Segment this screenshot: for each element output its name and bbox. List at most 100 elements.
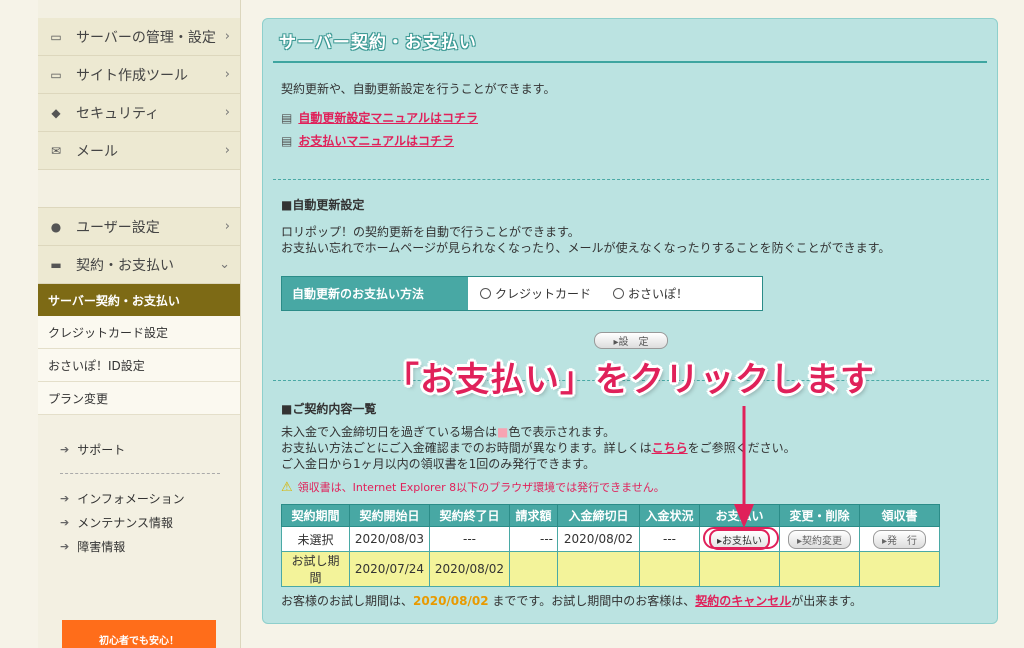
trial-end-date: 2020/08/02 (413, 594, 489, 608)
pay-button-highlight (703, 527, 779, 549)
nav-gap (38, 170, 240, 208)
arrow-right-icon: ➔ (60, 491, 70, 505)
table-cell: --- (429, 526, 510, 552)
divider (60, 473, 220, 474)
note-payment-time: お支払い方法ごとにご入金確認までのお時間が異なります。詳しくはこちらをご参照くだ… (281, 440, 796, 456)
col-header: 請求額 (509, 504, 558, 527)
sidebar-link-label: サポート (77, 442, 126, 457)
auto-manual-link[interactable]: ▤ 自動更新設定マニュアルはコチラ (281, 109, 478, 126)
chevron-right-icon: › (224, 29, 230, 44)
server-icon: ▭ (50, 29, 62, 44)
note-overdue: 未入金で入金締切日を過ぎている場合は■色で表示されます。 (281, 424, 615, 440)
color-swatch: ■ (497, 425, 509, 439)
nav-group-user: ● ユーザー設定 › ▬ 契約・お支払い ⌄ (38, 208, 240, 284)
arrow-right-icon: ➔ (60, 539, 70, 553)
sidebar-link-label: インフォメーション (77, 491, 185, 506)
arrow-right-icon: ➔ (60, 442, 70, 456)
chevron-right-icon: › (224, 143, 230, 158)
note-receipt: ご入金日から1ヶ月以内の領収書を1回のみ発行できます。 (281, 457, 596, 471)
auto-desc-2: お支払い忘れでホームページが見られなくなったり、メールが使えなくなったりすること… (281, 241, 891, 255)
col-header: 入金状況 (639, 504, 700, 527)
sidebar-item-user-settings[interactable]: ● ユーザー設定 › (38, 208, 240, 246)
beginner-banner[interactable]: 初心者でも安心！ (62, 620, 216, 648)
card-icon: ▬ (50, 257, 62, 272)
instruction-callout: 「お支払い」をクリックします (385, 360, 875, 400)
auto-renew-heading: ■自動更新設定 (281, 198, 365, 212)
radio-osaipo[interactable]: おさいぽ！ (613, 285, 688, 302)
page-title: サーバー契約・お支払い (273, 19, 987, 63)
sidebar-link-label: メンテナンス情報 (77, 515, 173, 530)
chevron-right-icon: › (224, 67, 230, 82)
pointer-arrow-icon (734, 406, 754, 528)
cancel-contract-link[interactable]: 契約のキャンセル (695, 594, 791, 608)
col-header: 契約期間 (281, 504, 350, 527)
sidebar-item-server-settings[interactable]: ▭ サーバーの管理・設定 › (38, 18, 240, 56)
table-cell: 2020/08/02 (557, 526, 640, 552)
sidebar-item-security[interactable]: ◆ セキュリティ › (38, 94, 240, 132)
table-cell: ▸契約変更 (779, 526, 860, 552)
note-text: が出来ます。 (791, 594, 863, 608)
table-header-row: 契約期間 契約開始日 契約終了日 請求額 入金締切日 入金状況 お支払い 変更・… (281, 504, 940, 527)
note-text: 未入金で入金締切日を過ぎている場合は (281, 425, 498, 439)
document-icon: ▤ (281, 110, 293, 125)
pay-manual-link[interactable]: ▤ お支払いマニュアルはコチラ (281, 132, 454, 149)
sidebar-link-outage[interactable]: ➔ 障害情報 (60, 534, 240, 558)
table-cell: お試し期間 (281, 551, 350, 587)
note-text: お支払い方法ごとにご入金確認までのお時間が異なります。詳しくは (281, 441, 652, 455)
issue-receipt-button[interactable]: ▸発 行 (872, 529, 927, 549)
warning-icon: ⚠ (281, 479, 293, 495)
auto-manual-link-label: 自動更新設定マニュアルはコチラ (298, 111, 478, 125)
intro-text: 契約更新や、自動更新設定を行うことができます。 (281, 82, 556, 96)
sidebar-link-support[interactable]: ➔ サポート (60, 437, 240, 461)
sidebar-item-label: セキュリティ (76, 105, 160, 122)
radio-label: おさいぽ！ (628, 287, 689, 301)
sidebar-subitem-osaipo-id[interactable]: おさいぽ！ID設定 (38, 349, 240, 382)
auto-desc-1: ロリポップ！の契約更新を自動で行うことができます。 (281, 225, 580, 239)
sidebar-link-information[interactable]: ➔ インフォメーション (60, 486, 240, 510)
table-cell: 2020/07/24 (349, 551, 430, 587)
set-button[interactable]: ▸設 定 (594, 332, 668, 349)
pay-manual-link-label: お支払いマニュアルはコチラ (298, 134, 454, 148)
chevron-down-icon: ⌄ (219, 257, 230, 272)
table-cell (639, 551, 700, 587)
sidebar-item-mail[interactable]: ✉ メール › (38, 132, 240, 170)
sidebar-link-label: 障害情報 (77, 539, 126, 554)
table-cell: 未選択 (281, 526, 350, 552)
chevron-right-icon: › (224, 105, 230, 120)
document-icon: ▤ (281, 133, 293, 148)
table-cell: 2020/08/02 (429, 551, 510, 587)
sidebar-item-label: メール (76, 143, 118, 160)
details-link[interactable]: こちら (652, 441, 688, 455)
shield-icon: ◆ (51, 105, 61, 120)
trial-note: お客様のお試し期間は、2020/08/02 までです。お試し期間中のお客様は、契… (281, 592, 862, 609)
contract-panel: サーバー契約・お支払い 契約更新や、自動更新設定を行うことができます。 ▤ 自動… (262, 18, 998, 624)
radio-label: クレジットカード (495, 287, 592, 301)
table-cell: ▸発 行 (859, 526, 940, 552)
sidebar: ▭ サーバーの管理・設定 › ▭ サイト作成ツール › ◆ セキュリティ › ✉… (38, 0, 241, 648)
arrow-right-icon: ➔ (60, 515, 70, 529)
sidebar-item-label: サーバーの管理・設定 (76, 29, 216, 46)
sidebar-item-site-tools[interactable]: ▭ サイト作成ツール › (38, 56, 240, 94)
auto-renew-method-table: 自動更新のお支払い方法 クレジットカード おさいぽ！ (281, 276, 763, 311)
sidebar-subitem-server-contract[interactable]: サーバー契約・お支払い (38, 284, 240, 316)
sidebar-subitem-credit-card[interactable]: クレジットカード設定 (38, 316, 240, 349)
radio-credit-card[interactable]: クレジットカード (480, 285, 591, 302)
auto-method-options: クレジットカード おさいぽ！ (468, 277, 762, 310)
nav-group-main: ▭ サーバーの管理・設定 › ▭ サイト作成ツール › ◆ セキュリティ › ✉… (38, 18, 240, 170)
note-text: 色で表示されます。 (508, 425, 616, 439)
sidebar-item-contract-payment[interactable]: ▬ 契約・お支払い ⌄ (38, 246, 240, 284)
sidebar-subitem-plan-change[interactable]: プラン変更 (38, 382, 240, 415)
chevron-right-icon: › (224, 219, 230, 234)
table-cell: --- (639, 526, 700, 552)
radio-circle-icon (613, 288, 625, 299)
note-text: までです。お試し期間中のお客様は、 (492, 594, 696, 608)
change-contract-button[interactable]: ▸契約変更 (787, 529, 852, 549)
table-cell (699, 551, 780, 587)
sidebar-link-maintenance[interactable]: ➔ メンテナンス情報 (60, 510, 240, 534)
col-header: 変更・削除 (779, 504, 860, 527)
col-header: 領収書 (859, 504, 940, 527)
table-cell (779, 551, 860, 587)
note-text: お客様のお試し期間は、 (281, 594, 414, 608)
divider (273, 179, 989, 180)
laptop-icon: ▭ (50, 67, 62, 82)
